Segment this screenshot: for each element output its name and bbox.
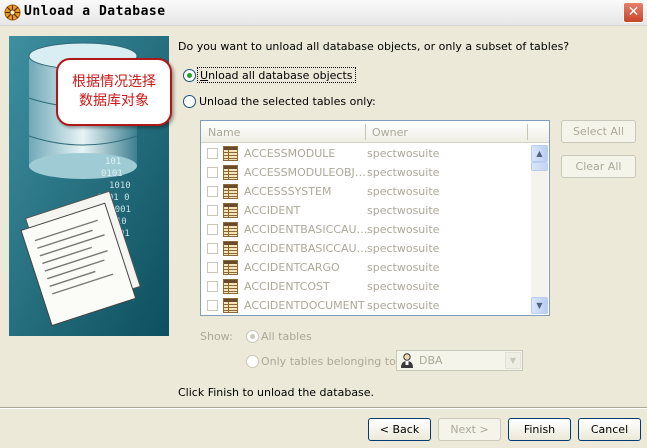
table-row[interactable]: ACCESSMODULEOBJE... spectwosuite	[201, 163, 531, 182]
sybase-icon	[4, 4, 21, 21]
callout-line-1: 根据情况选择	[72, 74, 156, 90]
tables-list[interactable]: Name Owner ACCESSMODULE spectwosuite ACCES…	[200, 120, 550, 316]
table-name: ACCIDENTDOCUMENT	[244, 299, 365, 312]
window-title: Unload a Database	[24, 4, 166, 19]
select-all-button[interactable]: Select All	[561, 120, 636, 143]
only-tables-label[interactable]: Only tables belonging to:	[261, 355, 400, 368]
table-name: ACCIDENTCARGO	[244, 261, 340, 274]
question-text: Do you want to unload all database objec…	[178, 40, 570, 53]
clear-all-button[interactable]: Clear All	[561, 155, 636, 178]
back-button[interactable]: < Back	[368, 418, 431, 441]
user-icon	[401, 353, 413, 368]
table-icon	[223, 184, 238, 199]
next-button[interactable]: Next >	[438, 418, 501, 441]
table-icon	[223, 260, 238, 275]
chevron-up-icon: ▲	[536, 149, 543, 158]
table-owner: spectwosuite	[367, 299, 440, 312]
table-icon	[223, 298, 238, 313]
table-name: ACCIDENTBASICCAUS...	[244, 223, 368, 236]
row-checkbox[interactable]	[207, 281, 218, 292]
table-icon	[223, 241, 238, 256]
footer-instruction: Click Finish to unload the database.	[178, 386, 375, 399]
column-divider[interactable]	[527, 124, 528, 140]
table-row[interactable]: ACCIDENTCOST spectwosuite	[201, 277, 531, 296]
svg-text:0101: 0101	[101, 169, 123, 179]
row-checkbox[interactable]	[207, 262, 218, 273]
unload-all-radio[interactable]	[183, 69, 196, 82]
annotation-callout: 根据情况选择 数据库对象	[56, 58, 172, 126]
table-row[interactable]: ACCESSSYSTEM spectwosuite	[201, 182, 531, 201]
list-rows: ACCESSMODULE spectwosuite ACCESSMODULEOBJE…	[201, 144, 531, 315]
row-checkbox[interactable]	[207, 148, 218, 159]
table-owner: spectwosuite	[367, 147, 440, 160]
table-name: ACCIDENTCOST	[244, 280, 330, 293]
table-icon	[223, 203, 238, 218]
table-owner: spectwosuite	[367, 261, 440, 274]
unload-selected-radio[interactable]	[183, 95, 196, 108]
button-separator	[0, 407, 647, 409]
column-divider[interactable]	[365, 124, 366, 140]
chevron-down-icon: ▼	[536, 301, 543, 310]
column-header-name[interactable]: Name	[208, 126, 240, 139]
table-icon	[223, 279, 238, 294]
callout-line-2: 数据库对象	[79, 93, 149, 109]
scroll-down-button[interactable]: ▼	[531, 297, 548, 314]
column-header-owner[interactable]: Owner	[372, 126, 408, 139]
list-scrollbar[interactable]: ▲ ▼	[531, 145, 548, 314]
row-checkbox[interactable]	[207, 205, 218, 216]
row-checkbox[interactable]	[207, 224, 218, 235]
table-owner: spectwosuite	[367, 166, 440, 179]
table-row[interactable]: ACCIDENTDOCUMENT spectwosuite	[201, 296, 531, 315]
table-row[interactable]: ACCIDENT spectwosuite	[201, 201, 531, 220]
all-tables-label[interactable]: All tables	[261, 330, 312, 343]
cancel-button[interactable]: Cancel	[578, 418, 641, 441]
unload-all-text: nload all database objects	[208, 69, 353, 82]
list-header: Name Owner	[201, 121, 549, 143]
unload-all-label[interactable]: Unload all database objects	[197, 67, 356, 83]
only-tables-radio[interactable]	[246, 355, 259, 368]
unload-selected-label[interactable]: Unload the selected tables only:	[199, 95, 376, 108]
table-owner: spectwosuite	[367, 223, 440, 236]
table-name: ACCESSMODULEOBJE...	[244, 166, 368, 179]
table-owner: spectwosuite	[367, 204, 440, 217]
table-name: ACCIDENTBASICCAUS...	[244, 242, 368, 255]
owner-select[interactable]: DBA ▼	[396, 350, 523, 371]
table-icon	[223, 222, 238, 237]
table-row[interactable]: ACCIDENTBASICCAUS... spectwosuite	[201, 220, 531, 239]
svg-text:101: 101	[105, 157, 121, 167]
table-row[interactable]: ACCIDENTCARGO spectwosuite	[201, 258, 531, 277]
row-checkbox[interactable]	[207, 300, 218, 311]
table-owner: spectwosuite	[367, 242, 440, 255]
table-row[interactable]: ACCIDENTBASICCAUS... spectwosuite	[201, 239, 531, 258]
table-name: ACCESSMODULE	[244, 147, 336, 160]
owner-select-value: DBA	[419, 354, 443, 367]
show-label: Show:	[200, 330, 233, 343]
table-row[interactable]: ACCESSMODULE spectwosuite	[201, 144, 531, 163]
table-name: ACCESSSYSTEM	[244, 185, 332, 198]
row-checkbox[interactable]	[207, 186, 218, 197]
table-owner: spectwosuite	[367, 280, 440, 293]
dropdown-arrow-icon[interactable]: ▼	[505, 352, 521, 369]
all-tables-radio[interactable]	[246, 330, 259, 343]
table-icon	[223, 146, 238, 161]
title-bar: Unload a Database ✕	[0, 0, 647, 26]
finish-button[interactable]: Finish	[508, 418, 571, 441]
table-owner: spectwosuite	[367, 185, 440, 198]
scroll-up-button[interactable]: ▲	[531, 145, 548, 162]
scroll-thumb[interactable]	[531, 162, 548, 171]
table-name: ACCIDENT	[244, 204, 301, 217]
svg-text:1010: 1010	[109, 181, 131, 191]
row-checkbox[interactable]	[207, 167, 218, 178]
close-icon: ✕	[627, 4, 640, 20]
close-button[interactable]: ✕	[623, 2, 644, 23]
row-checkbox[interactable]	[207, 243, 218, 254]
table-icon	[223, 165, 238, 180]
